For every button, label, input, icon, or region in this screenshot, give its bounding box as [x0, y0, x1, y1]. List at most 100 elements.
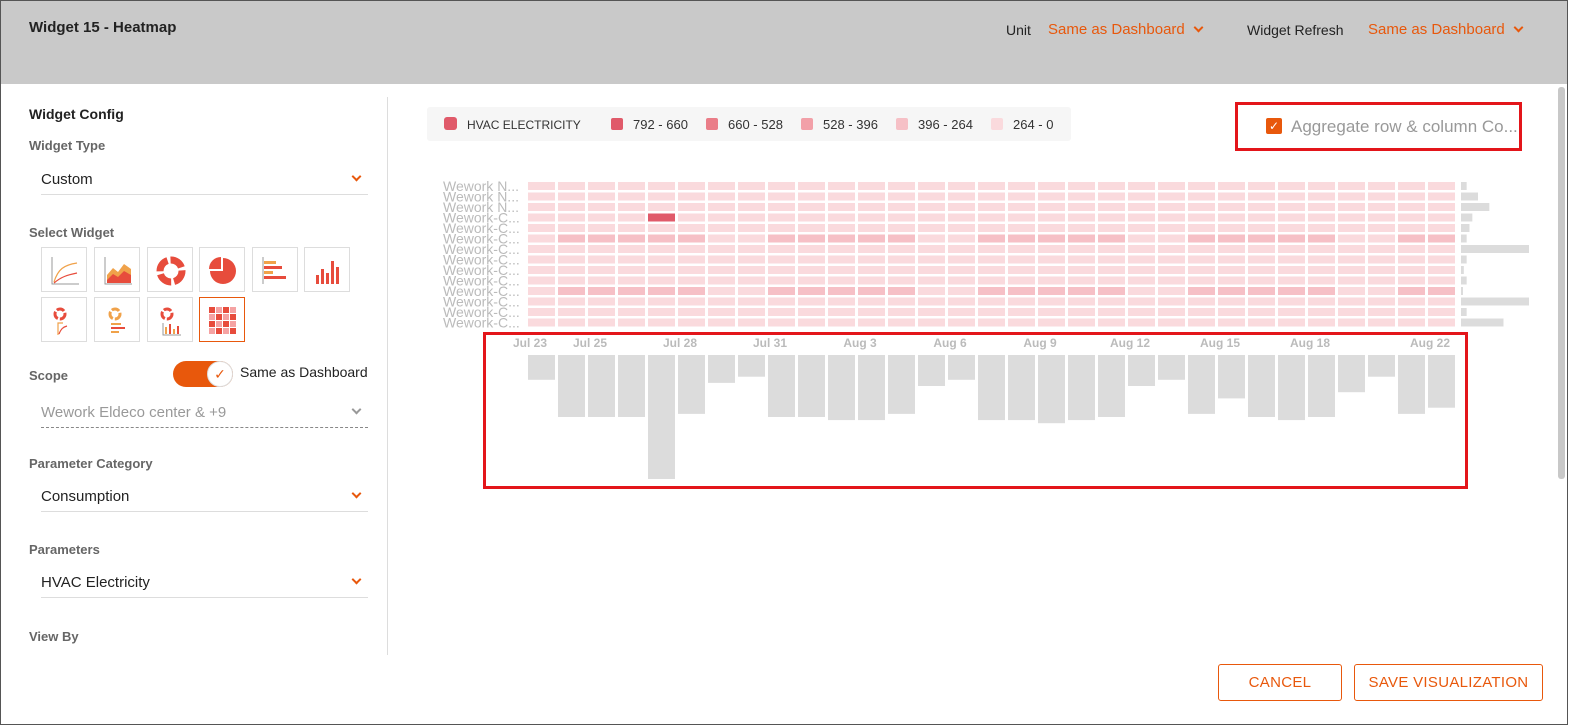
heatmap-cell — [1068, 308, 1095, 316]
heatmap-cell — [1308, 276, 1335, 285]
heatmap-cell — [738, 192, 765, 201]
widget-title: Widget 15 - Heatmap — [29, 19, 177, 36]
heatmap-cell — [1098, 224, 1125, 232]
heatmap-cell — [798, 308, 825, 316]
row-aggregate-bar — [1461, 255, 1467, 264]
heatmap-cell — [1158, 287, 1185, 295]
legend-range[interactable]: 660 - 528 — [706, 117, 783, 132]
heatmap-cell — [528, 182, 555, 190]
donut-line-combo-icon — [53, 307, 68, 335]
cancel-button[interactable]: CANCEL — [1218, 664, 1342, 701]
heatmap-cell — [768, 318, 795, 327]
heatmap-cell — [1278, 318, 1305, 327]
heatmap-cell — [918, 287, 945, 295]
heatmap-cell — [1278, 245, 1305, 253]
heatmap-cell — [1248, 182, 1275, 190]
heatmap-cell — [828, 203, 855, 211]
legend-range[interactable]: 396 - 264 — [896, 117, 973, 132]
heatmap-cell — [1308, 203, 1335, 211]
heatmap-cell — [648, 255, 675, 264]
widget-option-donut-line[interactable] — [41, 297, 87, 342]
heatmap-cell — [1188, 224, 1215, 232]
heatmap-cell — [1398, 234, 1425, 243]
heatmap-cell — [678, 234, 705, 243]
heatmap-cell — [708, 213, 735, 222]
widget-option-line[interactable] — [41, 247, 87, 292]
heatmap-cell — [978, 266, 1005, 274]
heatmap-cell — [588, 224, 615, 232]
heatmap-cell — [798, 245, 825, 253]
heatmap-cell — [798, 297, 825, 306]
heatmap-cell — [828, 255, 855, 264]
heatmap-cell — [588, 255, 615, 264]
heatmap-cell — [1398, 255, 1425, 264]
heatmap-cell — [918, 308, 945, 316]
heatmap-cell — [678, 182, 705, 190]
heatmap-cell — [888, 276, 915, 285]
legend-series[interactable]: HVAC ELECTRICITY — [444, 117, 581, 132]
heatmap-cell — [738, 276, 765, 285]
heatmap-cell — [918, 297, 945, 306]
heatmap-cell — [1308, 266, 1335, 274]
save-visualization-button[interactable]: SAVE VISUALIZATION — [1354, 664, 1543, 701]
unit-dropdown[interactable]: Same as Dashboard — [1048, 21, 1204, 38]
widget-option-pie[interactable] — [199, 247, 245, 292]
parameters-select[interactable]: HVAC Electricity — [41, 570, 368, 598]
legend-range[interactable]: 528 - 396 — [801, 117, 878, 132]
widget-option-donut[interactable] — [147, 247, 193, 292]
widget-config-title: Widget Config — [29, 106, 124, 122]
heatmap-cell — [1218, 203, 1245, 211]
heatmap-cell — [588, 297, 615, 306]
heatmap-cell — [1428, 318, 1455, 327]
heatmap-cell — [1128, 203, 1155, 211]
legend-range-label: 264 - 0 — [1013, 117, 1054, 132]
heatmap-cell — [1068, 287, 1095, 295]
heatmap-cell — [708, 182, 735, 190]
widget-type-select[interactable]: Custom — [41, 167, 368, 195]
widget-option-area[interactable] — [94, 247, 140, 292]
heatmap-cell — [948, 255, 975, 264]
heatmap-cell — [1008, 276, 1035, 285]
pie-chart-icon — [209, 257, 236, 284]
heatmap-cell — [768, 234, 795, 243]
widget-type-value: Custom — [41, 171, 93, 188]
row-aggregate-bar — [1461, 203, 1490, 211]
widget-refresh-dropdown[interactable]: Same as Dashboard — [1368, 21, 1524, 38]
heatmap-cell — [1158, 213, 1185, 222]
heatmap-cell — [978, 182, 1005, 190]
heatmap-cell — [588, 182, 615, 190]
heatmap-cell — [648, 234, 675, 243]
heatmap-cell — [1218, 192, 1245, 201]
widget-option-heatmap[interactable] — [199, 297, 245, 342]
heatmap-cell — [1038, 276, 1065, 285]
heatmap-cell — [1428, 297, 1455, 306]
heatmap-row-label: Wework-C... — [443, 315, 520, 331]
widget-option-horizontal-bar[interactable] — [252, 247, 298, 292]
heatmap-cell — [858, 182, 885, 190]
widget-option-donut-column[interactable] — [147, 297, 193, 342]
widget-option-donut-bar[interactable] — [94, 297, 140, 342]
heatmap-cell — [1038, 203, 1065, 211]
legend-range[interactable]: 792 - 660 — [611, 117, 688, 132]
parameter-category-select[interactable]: Consumption — [41, 484, 368, 512]
scope-select[interactable]: Wework Eldeco center & +9 — [41, 400, 368, 428]
widget-option-column[interactable] — [304, 247, 350, 292]
checkmark-icon: ✓ — [207, 361, 233, 387]
heatmap-cell — [738, 224, 765, 232]
heatmap-cell — [708, 224, 735, 232]
scope-toggle[interactable]: ✓ — [173, 361, 233, 387]
heatmap-cell — [1098, 276, 1125, 285]
heatmap-cell — [648, 276, 675, 285]
legend-range[interactable]: 264 - 0 — [991, 117, 1053, 132]
heatmap-cell — [1278, 203, 1305, 211]
heatmap-cell — [738, 297, 765, 306]
heatmap-cell — [678, 255, 705, 264]
vertical-scrollbar[interactable] — [1558, 87, 1565, 479]
heatmap-cell — [588, 266, 615, 274]
heatmap-cell — [738, 287, 765, 295]
heatmap-cell — [768, 224, 795, 232]
aggregate-checkbox[interactable]: ✓ — [1266, 118, 1282, 134]
heatmap-cell — [648, 182, 675, 190]
heatmap-cell — [528, 224, 555, 232]
heatmap-cell — [1248, 234, 1275, 243]
